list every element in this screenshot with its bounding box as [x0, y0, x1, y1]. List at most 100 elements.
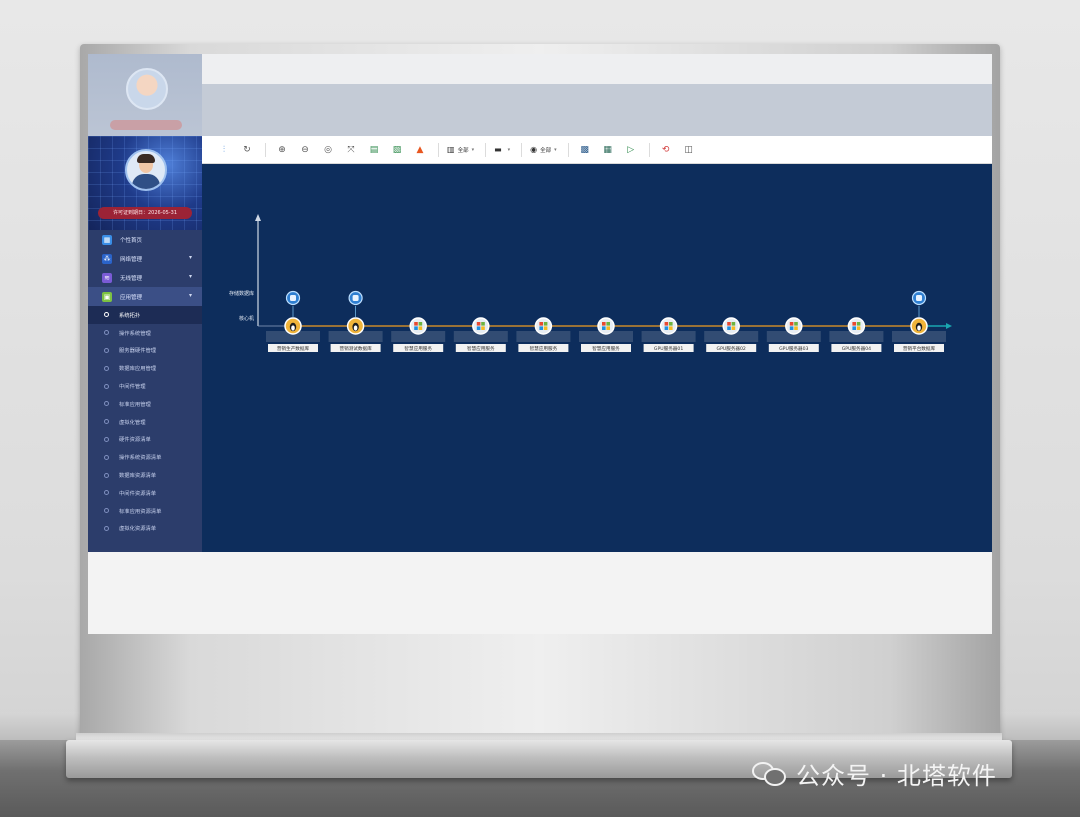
- windows-logo-icon: [476, 326, 481, 330]
- dropdown-value: 全部: [457, 147, 469, 154]
- play-icon[interactable]: ▷: [623, 143, 639, 157]
- panel-icon[interactable]: ◫: [681, 143, 697, 157]
- submenu-item[interactable]: 数据库应用管理: [88, 359, 202, 377]
- save-icon[interactable]: ▧: [389, 143, 405, 157]
- edit-icon[interactable]: ▦: [600, 143, 616, 157]
- chevron-down-icon: ▾: [507, 146, 511, 153]
- fit-view-icon[interactable]: ◎: [320, 143, 336, 157]
- database-icon: [916, 295, 922, 301]
- windows-logo-icon: [414, 322, 418, 326]
- windows-logo-icon: [602, 326, 606, 330]
- node-label: GPU服务器02: [717, 345, 746, 352]
- node-label: 营销平台数据库: [903, 345, 936, 352]
- sidebar-item-home[interactable]: ▦ 个性首页: [88, 230, 202, 249]
- bullet-icon: [104, 330, 109, 336]
- submenu-item-label: 系统拓扑: [119, 312, 141, 319]
- node-label: 智慧应用服务: [467, 345, 495, 352]
- windows-server-node[interactable]: [847, 317, 866, 335]
- profile-panel: 许可证到期日：2026-05-31: [88, 136, 202, 230]
- submenu-item[interactable]: 硬件资源清单: [88, 431, 202, 449]
- toolbar-divider: [438, 142, 439, 157]
- screen-reflection: [88, 54, 992, 136]
- axis-label: 核心机: [239, 315, 254, 322]
- submenu-item[interactable]: 操作系统管理: [88, 324, 202, 342]
- fullscreen-icon[interactable]: ⤧: [343, 143, 359, 157]
- refresh-icon[interactable]: ↻: [239, 143, 255, 157]
- submenu-item-label: 虚拟化资源清单: [119, 526, 157, 533]
- bullet-icon: [104, 472, 109, 478]
- chevron-down-icon: ▾: [471, 146, 475, 153]
- avatar[interactable]: [125, 149, 167, 191]
- submenu-item[interactable]: 系统拓扑: [88, 306, 202, 324]
- sidebar-item-network[interactable]: ⁂ 网络管理 ▾: [88, 249, 202, 268]
- chevron-down-icon: ▾: [188, 273, 192, 280]
- windows-server-node[interactable]: [785, 317, 803, 335]
- windows-logo-icon: [602, 322, 606, 326]
- windows-logo-icon: [669, 326, 673, 330]
- submenu-item[interactable]: 虚拟化资源清单: [88, 520, 202, 538]
- windows-server-node[interactable]: [597, 317, 615, 335]
- toolbar-divider: [521, 142, 523, 157]
- submenu-item[interactable]: 虚拟化管理: [88, 413, 202, 431]
- linux-penguin-belly-icon: [917, 325, 921, 331]
- windows-logo-icon: [418, 322, 423, 326]
- topology-canvas[interactable]: 存储数据库 核心机 营销生产数据库 营销测试数据库 智慧应用服务 智慧应用服务 智慧应用服务…: [202, 164, 992, 552]
- bullet-icon: [104, 525, 109, 531]
- submenu-item[interactable]: 标准应用管理: [88, 395, 202, 413]
- topology-svg: 存储数据库核心机营销生产数据库 营销测试数据库 智慧应用服务 智慧应用服务 智慧应用服务…: [229, 214, 952, 352]
- linux-penguin-belly-icon: [291, 325, 295, 331]
- alarm-icon[interactable]: ▲: [412, 143, 428, 157]
- windows-logo-icon: [539, 326, 543, 330]
- topology-toolbar: ⫶ ↻ ⊕ ⊖ ◎ ⤧ ▤ ▧ ▲ ▥ 全部 ▾ ▬ ▾ ◉ 全部 ▾ ▩ ▦ ▷ ⟲ ◫: [202, 136, 992, 164]
- submenu-item[interactable]: 标准应用资源清单: [88, 502, 202, 520]
- export-icon[interactable]: ▤: [366, 143, 382, 157]
- windows-server-node[interactable]: [534, 317, 553, 335]
- submenu-item[interactable]: 中间件管理: [88, 377, 202, 395]
- windows-logo-icon: [543, 322, 548, 326]
- wechat-bubble-2: [764, 768, 786, 786]
- windows-logo-icon: [481, 326, 485, 330]
- windows-logo-icon: [731, 322, 736, 326]
- sidebar-item-wireless[interactable]: ≋ 无线管理 ▾: [88, 268, 202, 287]
- display-dropdown[interactable]: ▬ ▾: [494, 143, 510, 157]
- network-icon: ⁂: [102, 253, 112, 264]
- submenu-item[interactable]: 服务器硬件管理: [88, 342, 202, 360]
- node-label: 营销生产数据库: [277, 345, 310, 352]
- submenu-item[interactable]: 数据库资源清单: [88, 466, 202, 484]
- avatar-body: [132, 174, 160, 189]
- submenu-item[interactable]: 操作系统资源清单: [88, 448, 202, 466]
- bullet-icon: [104, 508, 109, 514]
- image-icon[interactable]: ▩: [577, 143, 593, 157]
- windows-server-node[interactable]: [409, 317, 427, 335]
- submenu-item-label: 虚拟化管理: [119, 419, 146, 426]
- windows-server-node[interactable]: [659, 317, 678, 335]
- sidebar-item-application[interactable]: ▣ 应用管理 ▾: [88, 287, 202, 306]
- windows-logo-icon: [794, 326, 798, 330]
- toolbar-divider: [648, 142, 650, 157]
- layout-icon[interactable]: ⫶: [216, 143, 232, 157]
- zoom-in-icon[interactable]: ⊕: [274, 143, 290, 157]
- submenu-item-label: 数据库资源清单: [119, 473, 157, 480]
- filter-dropdown[interactable]: ▥ 全部 ▾: [447, 143, 474, 157]
- windows-server-node[interactable]: [722, 317, 740, 335]
- sidebar: 许可证到期日：2026-05-31 ▦ 个性首页 ⁂ 网络管理 ▾ ≋ 无线管理 ▾ ▣ 应用管理…: [88, 136, 202, 552]
- windows-logo-icon: [789, 326, 794, 330]
- bullet-icon: [104, 419, 109, 425]
- status-dropdown[interactable]: ◉ 全部 ▾: [530, 143, 557, 157]
- link-icon[interactable]: ⟲: [658, 143, 674, 157]
- windows-logo-icon: [852, 326, 856, 330]
- submenu-item-label: 硬件资源清单: [119, 437, 151, 444]
- license-expiry-badge: 许可证到期日：2026-05-31: [98, 207, 192, 219]
- database-icon: [352, 295, 359, 301]
- submenu-item[interactable]: 中间件资源清单: [88, 484, 202, 502]
- windows-logo-icon: [856, 326, 861, 330]
- zoom-out-icon[interactable]: ⊖: [297, 143, 313, 157]
- windows-server-node[interactable]: [472, 317, 490, 335]
- sidebar-item-label: 无线管理: [120, 275, 143, 282]
- windows-logo-icon: [664, 322, 669, 326]
- toolbar-divider: [567, 142, 569, 157]
- linux-penguin-belly-icon: [353, 325, 358, 331]
- node-label: GPU服务器04: [842, 345, 871, 352]
- submenu-item-label: 操作系统资源清单: [119, 455, 162, 462]
- windows-logo-icon: [794, 322, 798, 326]
